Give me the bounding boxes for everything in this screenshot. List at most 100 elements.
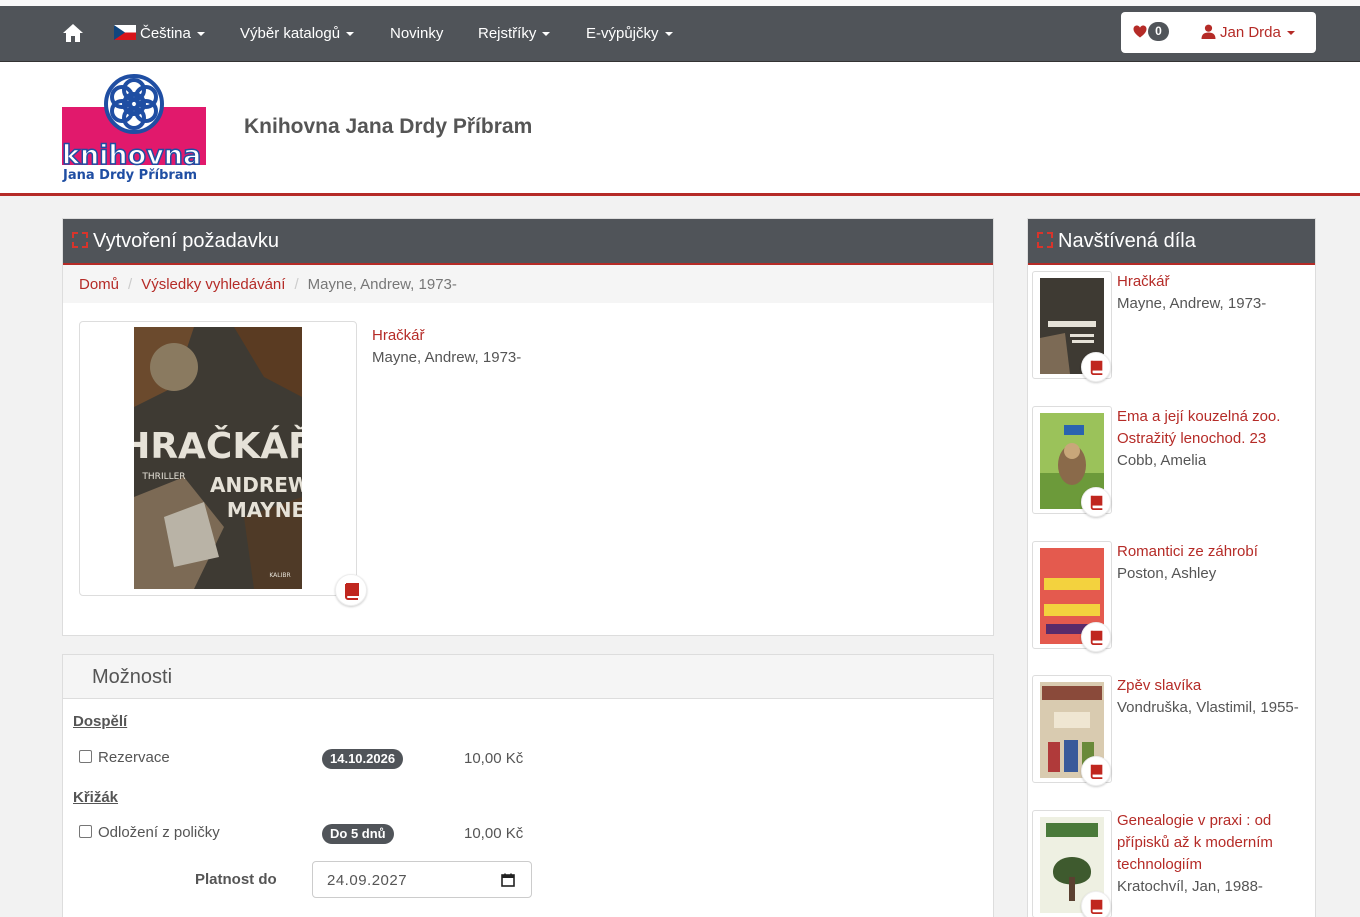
book-cover-image[interactable]: HRAČKÁŘ ANDREW MAYNE THRILLER KALIBR: [134, 327, 302, 589]
cover-author-first: ANDREW: [210, 473, 302, 497]
cover-author-last: MAYNE: [227, 498, 302, 522]
book-icon: [1090, 495, 1103, 510]
catalog-label: Výběr katalogů: [240, 25, 341, 42]
visited-panel-title: Navštívená díla: [1058, 230, 1196, 252]
breadcrumb-separator: /: [294, 276, 299, 293]
shelf-hold-label: Odložení z poličky: [98, 824, 220, 841]
registers-menu[interactable]: Rejstříky: [478, 25, 551, 42]
registers-label: Rejstříky: [478, 25, 537, 42]
visited-item: Ema a její kouzelná zoo. Ostražitý lenoc…: [1032, 406, 1312, 518]
user-icon: [1201, 24, 1216, 39]
options-header: Možnosti: [63, 655, 993, 699]
valid-until-label: Platnost do: [195, 871, 277, 888]
valid-until-date-input[interactable]: 24.09.2027: [312, 861, 532, 898]
book-format-badge[interactable]: [1081, 352, 1111, 382]
visited-item-title[interactable]: Ema a její kouzelná zoo. Ostražitý lenoc…: [1117, 406, 1317, 450]
favorites-count-badge[interactable]: 0: [1148, 22, 1169, 41]
option-reservation[interactable]: Rezervace: [79, 749, 170, 766]
visited-item-author: Poston, Ashley: [1117, 565, 1217, 582]
news-link[interactable]: Novinky: [390, 25, 443, 42]
visited-item-thumbnail[interactable]: [1032, 541, 1112, 652]
visited-item: Genealogie v praxi : od přípisků až k mo…: [1032, 810, 1312, 917]
visited-item-author: Cobb, Amelia: [1117, 452, 1207, 469]
site-header: knihovna Jana Drdy Příbram Knihovna Jana…: [0, 62, 1360, 196]
book-format-badge[interactable]: [1081, 622, 1111, 652]
visited-panel: Navštívená díla Hračkář Mayne, Andrew, 1…: [1027, 218, 1316, 917]
valid-until-value: 24.09.2027: [327, 872, 408, 889]
book-icon: [1090, 630, 1103, 645]
chevron-down-icon: [1286, 31, 1295, 36]
news-label: Novinky: [390, 25, 444, 42]
site-title: Knihovna Jana Drdy Příbram: [244, 115, 533, 138]
book-cover-box: HRAČKÁŘ ANDREW MAYNE THRILLER KALIBR: [79, 321, 367, 606]
chevron-down-icon: [664, 32, 673, 37]
book-icon: [1090, 360, 1103, 375]
breadcrumb: Domů / Výsledky vyhledávání / Mayne, Andrew,…: [63, 265, 993, 303]
logo-subtext: Jana Drdy Příbram: [62, 168, 197, 182]
book-icon: [1090, 764, 1103, 779]
reservation-checkbox[interactable]: [79, 750, 92, 763]
library-logo[interactable]: knihovna Jana Drdy Příbram: [62, 72, 208, 182]
request-panel: Vytvoření požadavku Domů / Výsledky vyhled…: [62, 218, 994, 636]
book-format-badge[interactable]: [1081, 756, 1111, 786]
calendar-icon[interactable]: [501, 873, 515, 887]
visited-item-thumbnail[interactable]: [1032, 271, 1112, 382]
request-panel-header: Vytvoření požadavku: [63, 219, 993, 265]
visited-item: Hračkář Mayne, Andrew, 1973-: [1032, 271, 1312, 383]
reservation-price: 10,00 Kč: [464, 750, 524, 767]
visited-item-title[interactable]: Zpěv slavíka: [1117, 675, 1317, 697]
language-label: Čeština: [140, 25, 191, 42]
navbar-bar: Čeština Výběr katalogů Novinky Rejstříky…: [0, 6, 1360, 62]
expand-icon: [1037, 232, 1053, 248]
book-format-badge[interactable]: [335, 574, 367, 606]
visited-item: Romantici ze záhrobí Poston, Ashley: [1032, 541, 1312, 653]
visited-panel-header: Navštívená díla: [1028, 219, 1315, 265]
catalog-menu[interactable]: Výběr katalogů: [240, 25, 355, 42]
visited-item-author: Vondruška, Vlastimil, 1955-: [1117, 699, 1299, 716]
czech-flag-icon: [114, 25, 136, 40]
cover-publisher: KALIBR: [269, 572, 290, 579]
visited-item: Zpěv slavíka Vondruška, Vlastimil, 1955-: [1032, 675, 1312, 787]
breadcrumb-current: Mayne, Andrew, 1973-: [307, 276, 457, 293]
chevron-down-icon: [542, 32, 551, 37]
book-format-badge[interactable]: [1081, 487, 1111, 517]
book-author: Mayne, Andrew, 1973-: [372, 349, 522, 366]
book-format-badge[interactable]: [1081, 891, 1111, 917]
group-label-krizak: Křižák: [73, 789, 119, 806]
visited-item-thumbnail[interactable]: [1032, 810, 1112, 917]
book-title-link[interactable]: Hračkář: [372, 327, 425, 344]
user-name: Jan Drda: [1220, 24, 1281, 41]
shelf-hold-checkbox[interactable]: [79, 825, 92, 838]
home-icon[interactable]: [62, 23, 84, 43]
breadcrumb-search-results[interactable]: Výsledky vyhledávání: [141, 276, 285, 293]
visited-item-title[interactable]: Hračkář: [1117, 271, 1317, 293]
breadcrumb-separator: /: [128, 276, 133, 293]
user-box: 0 Jan Drda: [1121, 12, 1316, 53]
language-menu[interactable]: Čeština: [114, 25, 205, 42]
visited-item-thumbnail[interactable]: [1032, 675, 1112, 786]
reservation-label: Rezervace: [98, 749, 170, 766]
visited-item-author: Kratochvíl, Jan, 1988-: [1117, 878, 1263, 895]
option-shelf-hold[interactable]: Odložení z poličky: [79, 824, 220, 841]
shelf-hold-badge: Do 5 dnů: [322, 824, 394, 844]
heart-icon[interactable]: [1133, 25, 1147, 38]
chevron-down-icon: [346, 32, 355, 37]
book-icon: [1090, 899, 1103, 914]
group-label-adults: Dospělí: [73, 713, 128, 730]
visited-item-title[interactable]: Romantici ze záhrobí: [1117, 541, 1317, 563]
expand-icon: [72, 232, 88, 248]
chevron-down-icon: [196, 32, 205, 37]
breadcrumb-home[interactable]: Domů: [79, 276, 119, 293]
options-title: Možnosti: [92, 666, 173, 688]
user-menu[interactable]: Jan Drda: [1201, 24, 1295, 41]
book-icon: [345, 583, 359, 600]
visited-item-title[interactable]: Genealogie v praxi : od přípisků až k mo…: [1117, 810, 1317, 876]
eloans-menu[interactable]: E-výpůjčky: [586, 25, 673, 42]
cover-genre: THRILLER: [141, 472, 185, 482]
cover-title: HRAČKÁŘ: [134, 425, 302, 467]
top-navbar: Čeština Výběr katalogů Novinky Rejstříky…: [0, 0, 1360, 62]
visited-item-author: Mayne, Andrew, 1973-: [1117, 295, 1267, 312]
options-panel: Možnosti Dospělí Rezervace 14.10.2026 10…: [62, 654, 994, 917]
request-panel-title: Vytvoření požadavku: [93, 230, 280, 252]
visited-item-thumbnail[interactable]: [1032, 406, 1112, 517]
